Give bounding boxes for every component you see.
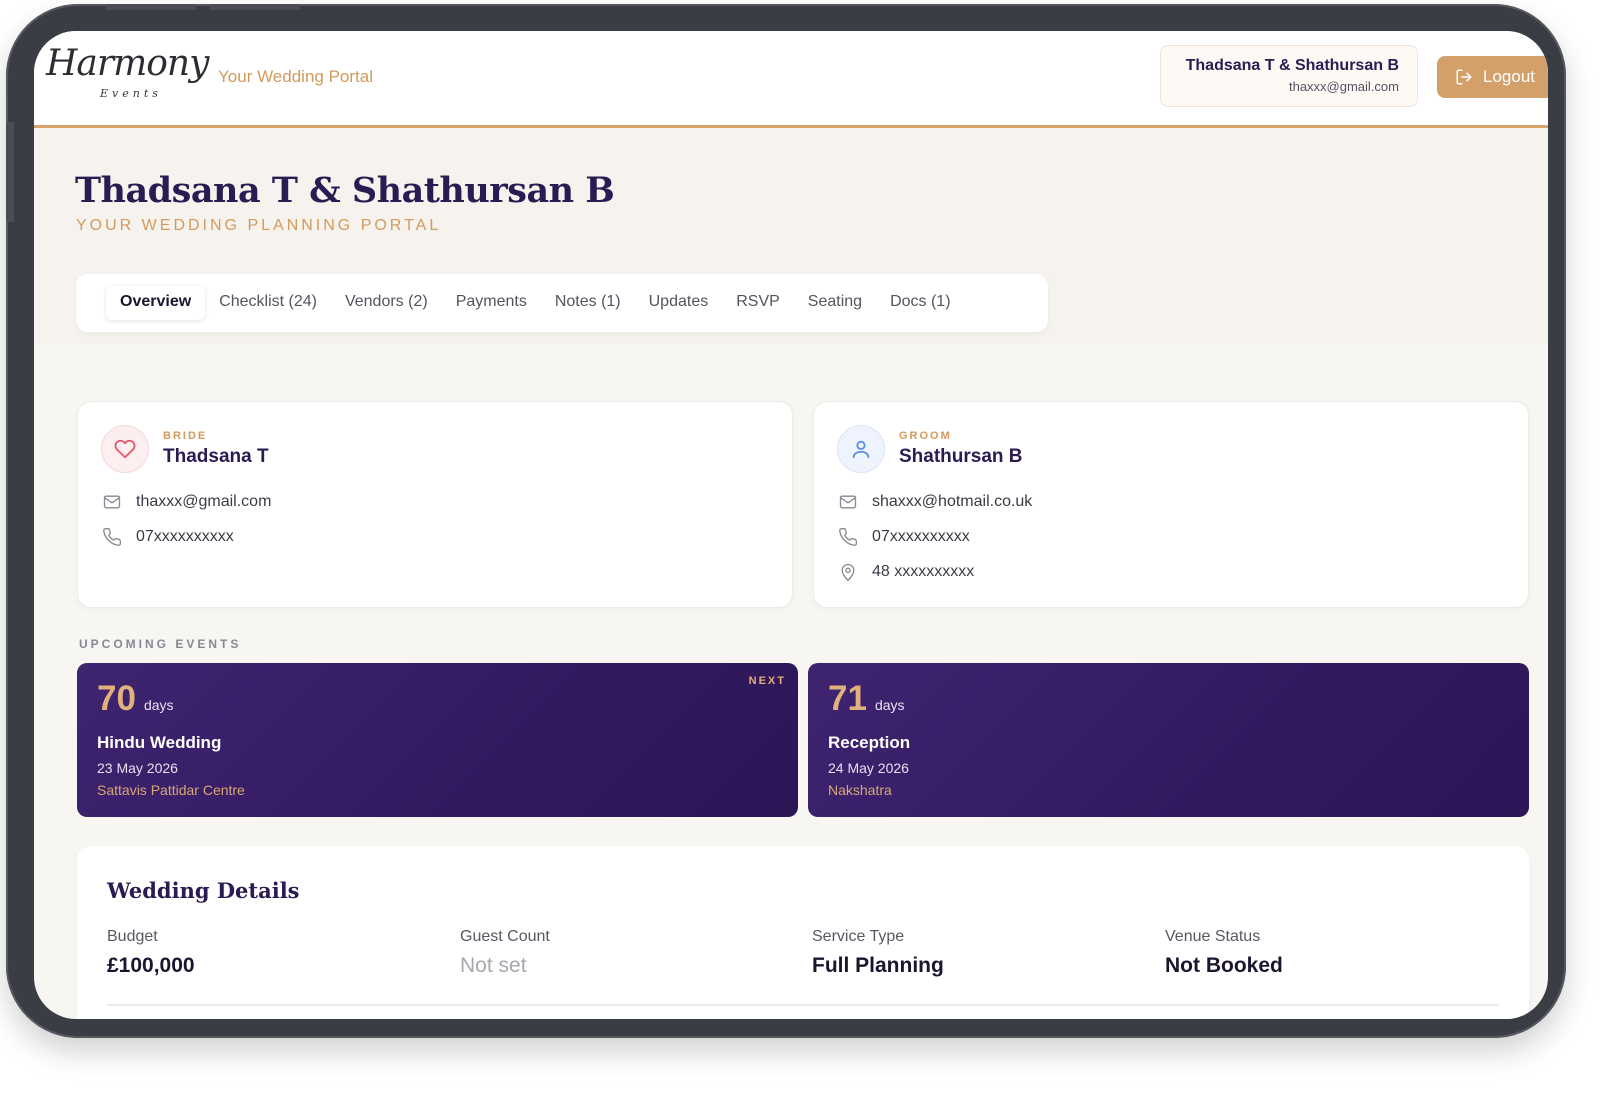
page-subtitle: YOUR WEDDING PLANNING PORTAL	[76, 217, 442, 234]
tab-rsvp[interactable]: RSVP	[722, 286, 794, 320]
phone-icon	[839, 527, 858, 546]
groom-email: shaxxx@hotmail.co.uk	[872, 493, 1033, 510]
logout-button[interactable]: Logout	[1437, 56, 1548, 98]
groom-role: GROOM	[899, 430, 952, 442]
tab-updates[interactable]: Updates	[635, 286, 723, 320]
groom-phone-row[interactable]: 07xxxxxxxxxx	[838, 527, 970, 547]
tab-vendors[interactable]: Vendors (2)	[331, 286, 442, 320]
user-name: Thadsana T & Shathursan B	[1185, 57, 1399, 74]
tab-docs[interactable]: Docs (1)	[876, 286, 964, 320]
mail-icon	[103, 495, 121, 509]
location-pin-icon	[841, 563, 855, 582]
groom-card: GROOM Shathursan B shaxxx@hotmail.co.uk …	[813, 401, 1529, 608]
groom-email-row[interactable]: shaxxx@hotmail.co.uk	[838, 492, 1032, 512]
detail-label: Service Type	[812, 928, 905, 945]
days-unit: days	[874, 697, 905, 713]
device-button	[106, 4, 196, 10]
portal-label: Your Wedding Portal	[218, 67, 373, 86]
bride-email: thaxxx@gmail.com	[136, 493, 272, 510]
page-title: Thadsana T & Shathursan B	[75, 170, 615, 211]
device-button	[210, 4, 300, 10]
tab-payments[interactable]: Payments	[442, 286, 541, 320]
event-date: 23 May 2026	[97, 760, 178, 776]
hero-section: Thadsana T & Shathursan B YOUR WEDDING P…	[34, 128, 1548, 344]
logout-icon	[1456, 69, 1472, 85]
tab-overview[interactable]: Overview	[106, 286, 206, 320]
detail-venue-status: Venue Status Not Booked	[1165, 928, 1283, 978]
divider	[107, 1004, 1499, 1006]
heart-icon	[114, 439, 136, 459]
detail-value: Not set	[460, 954, 527, 977]
phone-icon	[103, 527, 122, 546]
logout-label: Logout	[1483, 67, 1535, 86]
bride-card: BRIDE Thadsana T thaxxx@gmail.com 07xxxx…	[77, 401, 793, 608]
next-badge: NEXT	[748, 675, 786, 687]
groom-name: Shathursan B	[899, 446, 1023, 467]
detail-budget: Budget £100,000	[107, 928, 195, 978]
event-card[interactable]: 71 days Reception 24 May 2026 Nakshatra	[808, 663, 1529, 817]
bride-avatar	[101, 425, 149, 473]
user-email: thaxxx@gmail.com	[1288, 79, 1399, 94]
event-name: Reception	[828, 733, 911, 752]
detail-value: Full Planning	[812, 954, 944, 977]
event-date: 24 May 2026	[828, 760, 909, 776]
bride-role: BRIDE	[163, 430, 208, 442]
tablet-frame: Harmony Events Your Wedding Portal Thads…	[6, 4, 1566, 1038]
groom-avatar	[837, 425, 885, 473]
mail-icon	[839, 495, 857, 509]
bride-email-row[interactable]: thaxxx@gmail.com	[102, 492, 271, 512]
detail-label: Budget	[107, 928, 158, 945]
groom-phone: 07xxxxxxxxxx	[872, 528, 970, 545]
detail-guest-count: Guest Count Not set	[460, 928, 550, 978]
detail-value: £100,000	[107, 954, 195, 977]
detail-label: Guest Count	[460, 928, 550, 945]
event-name: Hindu Wedding	[97, 733, 222, 752]
tab-notes[interactable]: Notes (1)	[541, 286, 635, 320]
upcoming-events-label: UPCOMING EVENTS	[79, 637, 242, 651]
event-venue: Nakshatra	[828, 782, 892, 798]
user-icon	[852, 440, 870, 459]
bride-phone: 07xxxxxxxxxx	[136, 528, 234, 545]
days-countdown: 71 days	[828, 679, 905, 719]
tab-seating[interactable]: Seating	[794, 286, 876, 320]
event-card[interactable]: NEXT 70 days Hindu Wedding 23 May 2026 S…	[77, 663, 798, 817]
app-screen: Harmony Events Your Wedding Portal Thads…	[34, 31, 1548, 1019]
detail-service-type: Service Type Full Planning	[812, 928, 944, 978]
user-info-box: Thadsana T & Shathursan B thaxxx@gmail.c…	[1160, 45, 1418, 107]
top-bar: Harmony Events Your Wedding Portal Thads…	[34, 31, 1548, 128]
harmony-logo[interactable]: Harmony Events	[44, 39, 209, 107]
bride-phone-row[interactable]: 07xxxxxxxxxx	[102, 527, 234, 547]
wedding-details-card: Wedding Details Budget £100,000 Guest Co…	[77, 846, 1529, 1019]
device-button	[6, 122, 14, 222]
detail-label: Venue Status	[1165, 928, 1261, 945]
event-venue: Sattavis Pattidar Centre	[97, 782, 245, 798]
logo-script: Harmony	[46, 43, 209, 84]
detail-value: Not Booked	[1165, 954, 1283, 977]
days-number: 70	[97, 679, 136, 718]
days-unit: days	[143, 697, 174, 713]
wedding-details-title: Wedding Details	[107, 878, 300, 903]
logo-subtext: Events	[100, 87, 162, 100]
groom-address-row: 48 xxxxxxxxxx	[838, 562, 974, 582]
bride-name: Thadsana T	[163, 446, 269, 467]
days-number: 71	[828, 679, 867, 718]
tab-bar: Overview Checklist (24) Vendors (2) Paym…	[76, 274, 1048, 332]
tab-checklist[interactable]: Checklist (24)	[205, 286, 331, 320]
groom-address: 48 xxxxxxxxxx	[872, 563, 975, 580]
days-countdown: 70 days	[97, 679, 174, 719]
